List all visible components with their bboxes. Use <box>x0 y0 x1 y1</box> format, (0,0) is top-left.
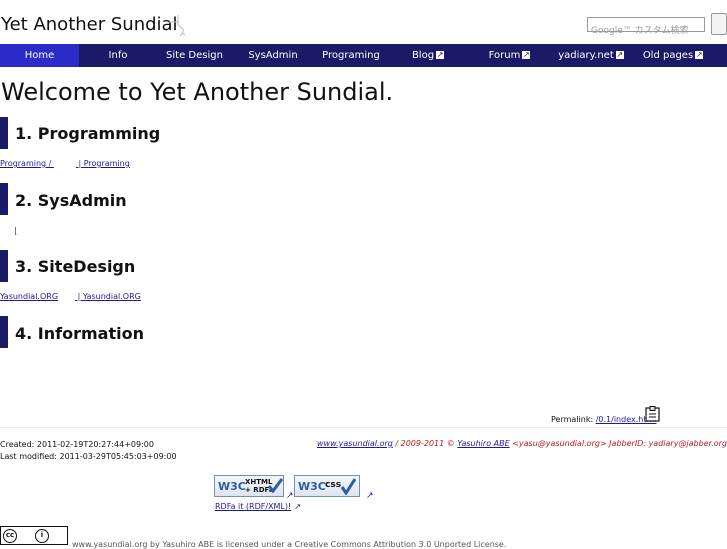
page-title: Welcome to Yet Another Sundial. <box>1 78 394 106</box>
section-heading-sitedesign: 3. SiteDesign <box>15 257 136 276</box>
link-programing-2[interactable]: | Programing <box>76 159 129 168</box>
external-link-icon: ↗ <box>294 502 301 511</box>
permalink: Permalink: /0.1/index.html <box>551 415 657 424</box>
nav-sysadmin[interactable]: SysAdmin <box>232 44 314 67</box>
section-heading-sysadmin: 2. SysAdmin <box>15 191 127 210</box>
external-link-icon: ↗ <box>522 50 531 59</box>
section-heading-information: 4. Information <box>15 324 144 343</box>
author-link[interactable]: Yasuhiro ABE <box>457 439 509 448</box>
link-programing-1[interactable]: Programing / <box>0 159 54 168</box>
nav-programing[interactable]: Programing <box>314 44 388 67</box>
nav-yadiary[interactable]: yadiary.net ↗ <box>551 44 631 67</box>
external-link-icon: ↗ <box>695 50 704 59</box>
nav-blog[interactable]: Blog ↗ <box>388 44 468 67</box>
main-nav: Home Info Site Design SysAdmin Programin… <box>0 44 727 67</box>
checkmark-icon <box>340 478 356 495</box>
section-marker <box>0 117 8 149</box>
clipboard-icon[interactable] <box>645 406 661 422</box>
external-link-icon[interactable]: ↗ <box>366 491 374 501</box>
link-sitedesign-1[interactable]: Yasundial.ORG <box>0 292 58 301</box>
nav-site-design[interactable]: Site Design <box>157 44 232 67</box>
section-heading-programming: 1. Programming <box>15 124 161 143</box>
creative-commons-badge[interactable]: cc i <box>0 526 68 545</box>
nav-home[interactable]: Home <box>0 44 79 67</box>
footer-copyright: www.yasundial.org / 2009-2011 © Yasuhiro… <box>316 439 727 448</box>
footer-dates: Created: 2011-02-19T20:27:44+09:00 Last … <box>0 439 177 463</box>
section-links-programming: Programing / | Programing <box>0 159 130 168</box>
rdfa-link[interactable]: RDFa it (RDF/XML)! <box>215 502 291 511</box>
w3c-xhtml-rdfa-badge[interactable]: W3C XHTML + RDFa <box>214 475 284 497</box>
site-link[interactable]: www.yasundial.org <box>317 439 393 448</box>
link-sysadmin-2[interactable]: | <box>14 226 35 235</box>
section-marker <box>0 316 8 348</box>
search-box <box>587 17 710 38</box>
cc-icon: cc <box>3 529 17 543</box>
section-marker <box>0 183 8 215</box>
attribution-icon: i <box>35 529 49 543</box>
nav-old-pages[interactable]: Old pages ↗ <box>631 44 715 67</box>
created-date: Created: 2011-02-19T20:27:44+09:00 <box>0 440 154 449</box>
modified-date: Last modified: 2011-03-29T05:45:03+09:00 <box>0 452 177 461</box>
sundial-logo-icon <box>169 15 186 37</box>
search-input[interactable] <box>588 24 710 38</box>
link-sitedesign-2[interactable]: | Yasundial.ORG <box>75 292 141 301</box>
section-links-sitedesign: Yasundial.ORG | Yasundial.ORG <box>0 292 158 301</box>
search-button[interactable] <box>711 13 727 35</box>
w3c-css-badge[interactable]: W3C css <box>294 475 360 497</box>
footer-divider <box>0 427 727 428</box>
nav-forum[interactable]: Forum ↗ <box>468 44 551 67</box>
section-marker <box>0 250 8 282</box>
checkmark-icon <box>267 478 283 493</box>
site-title[interactable]: Yet Another Sundial <box>1 14 178 35</box>
external-link-icon: ↗ <box>615 50 624 59</box>
nav-info[interactable]: Info <box>79 44 157 67</box>
rdfa-link-row: RDFa it (RDF/XML)! ↗ <box>215 502 301 511</box>
section-links-information <box>0 359 21 368</box>
section-links-sysadmin: | <box>0 226 35 235</box>
external-link-icon: ↗ <box>436 50 445 59</box>
external-link-icon[interactable]: ↗ <box>286 491 294 501</box>
